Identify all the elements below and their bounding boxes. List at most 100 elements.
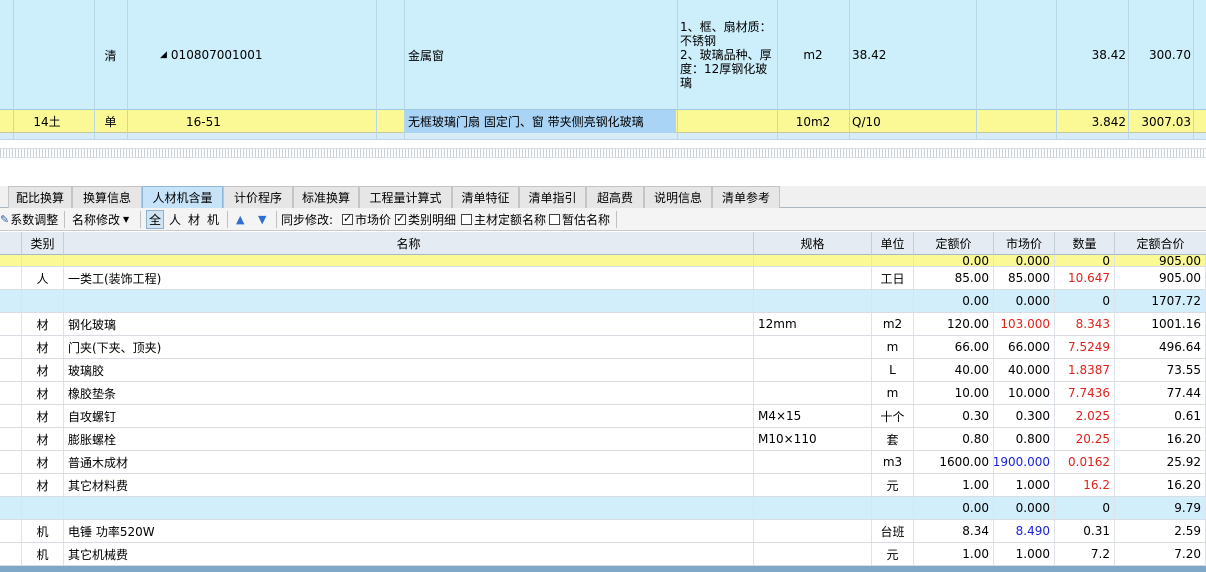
table-row[interactable]: 0.00 0.000 0 9.79: [0, 497, 1206, 520]
cell-quantity[interactable]: 0: [1055, 255, 1115, 266]
cell-quota-price[interactable]: 0.00: [914, 497, 994, 519]
header-category[interactable]: 类别: [22, 232, 64, 255]
cell-quota-total[interactable]: 0.61: [1115, 405, 1206, 427]
cell-category[interactable]: [22, 497, 64, 519]
filter-labor-button[interactable]: 人: [169, 208, 181, 231]
cell-market-price[interactable]: 85.000: [994, 267, 1055, 289]
cell-market-price[interactable]: 0.000: [994, 255, 1055, 266]
cell-unit[interactable]: 工日: [872, 267, 914, 289]
cell-quantity[interactable]: 0: [1055, 497, 1115, 519]
table-row[interactable]: 机电锤 功率520W 台班 8.34 8.490 0.31 2.59: [0, 520, 1206, 543]
filter-all-button[interactable]: 全: [146, 210, 164, 229]
quota-name[interactable]: 无框玻璃门扇 固定门、窗 带夹侧亮钢化玻璃: [405, 110, 676, 133]
cell-name[interactable]: 其它机械费: [64, 543, 754, 565]
cell-quota-price[interactable]: 8.34: [914, 520, 994, 542]
cell-quota-price[interactable]: 0.30: [914, 405, 994, 427]
cell-unit[interactable]: 元: [872, 474, 914, 496]
cell-name[interactable]: [64, 290, 754, 312]
cell-market-price[interactable]: 0.000: [994, 497, 1055, 519]
cell-spec[interactable]: [754, 520, 872, 542]
table-row[interactable]: 材钢化玻璃 12mm m2 120.00 103.000 8.343 1001.16: [0, 313, 1206, 336]
cell-market-price[interactable]: 8.490: [994, 520, 1055, 542]
cell-name[interactable]: 其它材料费: [64, 474, 754, 496]
cell-category[interactable]: 材: [22, 474, 64, 496]
cell-market-price[interactable]: 1.000: [994, 543, 1055, 565]
cell-unit[interactable]: m: [872, 382, 914, 404]
cell-market-price[interactable]: 103.000: [994, 313, 1055, 335]
collapse-triangle-icon[interactable]: ◢: [160, 50, 167, 60]
cell-category[interactable]: 材: [22, 336, 64, 358]
table-row[interactable]: 材膨胀螺栓 M10×110 套 0.80 0.800 20.25 16.20: [0, 428, 1206, 451]
cell-quantity[interactable]: 7.2: [1055, 543, 1115, 565]
tab-description[interactable]: 说明信息: [644, 186, 712, 208]
cell-quota-price[interactable]: 85.00: [914, 267, 994, 289]
tab-labor-material-machine[interactable]: 人材机含量: [142, 186, 223, 208]
cell-quota-price[interactable]: 120.00: [914, 313, 994, 335]
bill-code-cell[interactable]: ◢ 010807001001: [160, 0, 370, 110]
cell-market-price[interactable]: 40.000: [994, 359, 1055, 381]
estimate-name-checkbox[interactable]: 暂估名称: [549, 208, 610, 231]
cell-unit[interactable]: m2: [872, 313, 914, 335]
filter-machine-button[interactable]: 机: [207, 208, 219, 231]
cell-spec[interactable]: [754, 382, 872, 404]
tab-standard-conversion[interactable]: 标准换算: [293, 186, 359, 208]
cell-market-price[interactable]: 0.000: [994, 290, 1055, 312]
rename-dropdown[interactable]: 名称修改 ▼: [72, 208, 129, 231]
cell-name[interactable]: 玻璃胶: [64, 359, 754, 381]
table-row[interactable]: 材自攻螺钉 M4×15 十个 0.30 0.300 2.025 0.61: [0, 405, 1206, 428]
category-detail-checkbox[interactable]: 类别明细: [395, 208, 456, 231]
cell-name[interactable]: 橡胶垫条: [64, 382, 754, 404]
filter-material-button[interactable]: 材: [188, 208, 200, 231]
table-row[interactable]: 人一类工(装饰工程) 工日 85.00 85.000 10.647 905.00: [0, 267, 1206, 290]
cell-quota-price[interactable]: 0.80: [914, 428, 994, 450]
cell-unit[interactable]: m: [872, 336, 914, 358]
cell-unit[interactable]: 台班: [872, 520, 914, 542]
cell-spec[interactable]: [754, 336, 872, 358]
market-price-checkbox[interactable]: 市场价: [342, 208, 391, 231]
cell-name[interactable]: 门夹(下夹、顶夹): [64, 336, 754, 358]
bill-row[interactable]: 清 ◢ 010807001001 金属窗 1、框、扇材质：不锈钢 2、玻璃品种、…: [0, 0, 1206, 110]
cell-quota-total[interactable]: 905.00: [1115, 267, 1206, 289]
cell-category[interactable]: 机: [22, 543, 64, 565]
cell-category[interactable]: 材: [22, 405, 64, 427]
cell-quantity[interactable]: 0.0162: [1055, 451, 1115, 473]
cell-market-price[interactable]: 0.800: [994, 428, 1055, 450]
cell-market-price[interactable]: 1.000: [994, 474, 1055, 496]
cell-category[interactable]: 机: [22, 520, 64, 542]
cell-market-price[interactable]: 10.000: [994, 382, 1055, 404]
cell-quantity[interactable]: 16.2: [1055, 474, 1115, 496]
cell-quota-total[interactable]: 16.20: [1115, 474, 1206, 496]
cell-spec[interactable]: [754, 474, 872, 496]
tab-conversion-info[interactable]: 换算信息: [72, 186, 142, 208]
header-name[interactable]: 名称: [64, 232, 754, 255]
cell-name[interactable]: [64, 497, 754, 519]
cell-category[interactable]: 材: [22, 313, 64, 335]
table-row[interactable]: 材其它材料费 元 1.00 1.000 16.2 16.20: [0, 474, 1206, 497]
cell-quantity[interactable]: 7.5249: [1055, 336, 1115, 358]
cell-spec[interactable]: [754, 451, 872, 473]
table-row[interactable]: 材橡胶垫条 m 10.00 10.000 7.7436 77.44: [0, 382, 1206, 405]
cell-quota-price[interactable]: 40.00: [914, 359, 994, 381]
tab-bill-reference[interactable]: 清单参考: [712, 186, 780, 208]
cell-quantity[interactable]: 10.647: [1055, 267, 1115, 289]
cell-quota-total[interactable]: 496.64: [1115, 336, 1206, 358]
cell-unit[interactable]: 元: [872, 543, 914, 565]
header-unit[interactable]: 单位: [872, 232, 914, 255]
cell-unit[interactable]: L: [872, 359, 914, 381]
table-row[interactable]: 材门夹(下夹、顶夹) m 66.00 66.000 7.5249 496.64: [0, 336, 1206, 359]
cell-quota-total[interactable]: 73.55: [1115, 359, 1206, 381]
cell-category[interactable]: 材: [22, 382, 64, 404]
cell-market-price[interactable]: 1900.000: [994, 451, 1055, 473]
cell-quota-total[interactable]: 1707.72: [1115, 290, 1206, 312]
cell-quantity[interactable]: 2.025: [1055, 405, 1115, 427]
tab-bill-features[interactable]: 清单特征: [452, 186, 519, 208]
cell-unit[interactable]: [872, 290, 914, 312]
cell-quota-total[interactable]: 7.20: [1115, 543, 1206, 565]
cell-category[interactable]: [22, 290, 64, 312]
cell-quota-total[interactable]: 25.92: [1115, 451, 1206, 473]
cell-spec[interactable]: [754, 543, 872, 565]
tab-mix-conversion[interactable]: 配比换算: [8, 186, 72, 208]
cell-category[interactable]: 人: [22, 267, 64, 289]
cell-spec[interactable]: [754, 497, 872, 519]
cell-quantity[interactable]: 0: [1055, 290, 1115, 312]
